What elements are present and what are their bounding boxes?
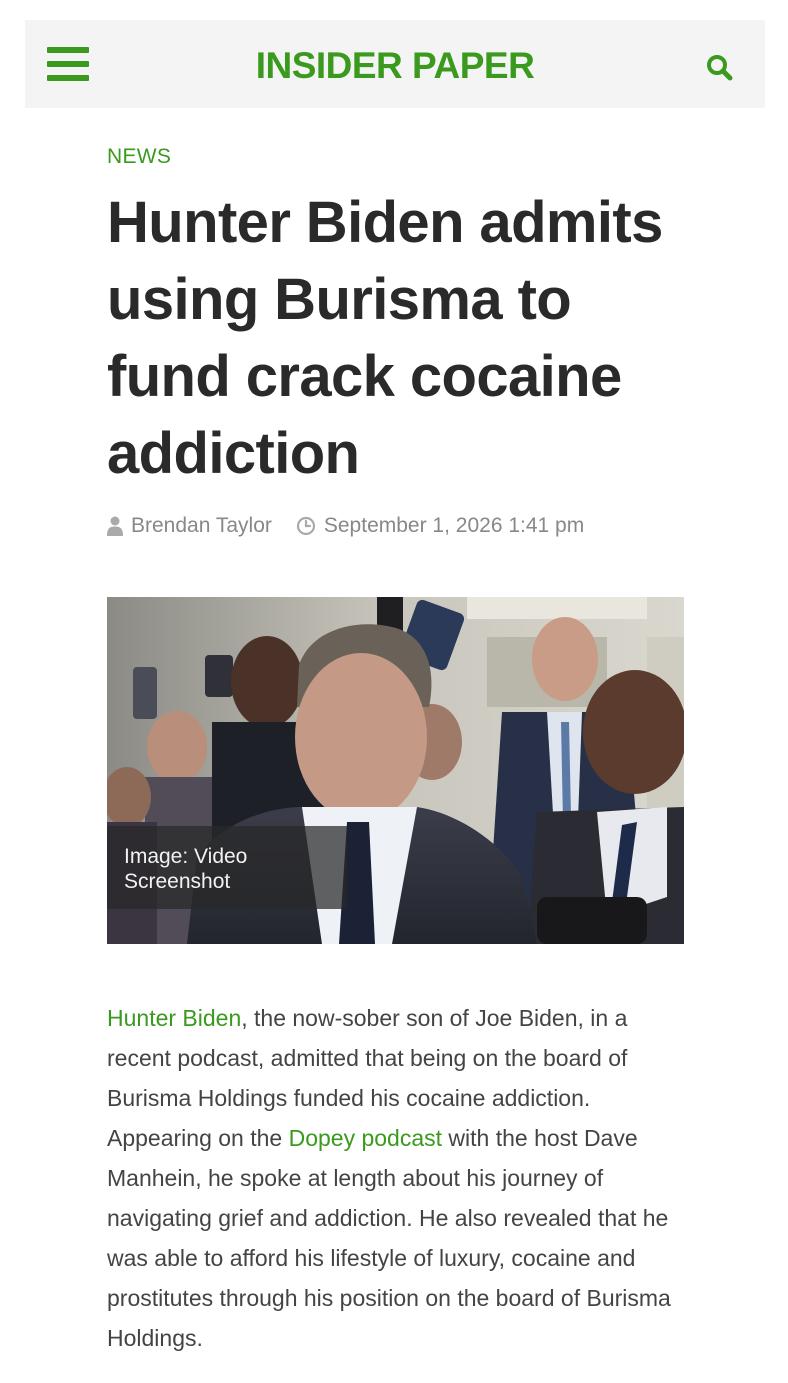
article-title: Hunter Biden admits using Burisma to fun… [107,190,663,486]
body-text-2: with the host Dave Manhein, he spoke at … [107,1125,671,1351]
hunter-biden-link[interactable]: Hunter Biden [107,1005,241,1031]
user-icon [107,516,123,536]
article-hero-image: Image: Video Screenshot [107,597,684,944]
author-name[interactable]: Brendan Taylor [131,514,272,538]
dopey-podcast-link[interactable]: Dopey podcast [289,1125,442,1151]
site-title[interactable]: INSIDER PAPER [25,44,765,88]
clock-icon [296,516,315,536]
article-body: Hunter Biden, the now-sober son of Joe B… [107,998,697,1358]
article-meta: Brendan Taylor September 1, 2026 1:41 pm [107,511,584,541]
image-caption: Image: Video Screenshot [107,826,347,909]
category-link[interactable]: NEWS [107,145,171,169]
search-icon[interactable] [705,53,735,83]
publish-date: September 1, 2026 1:41 pm [323,514,585,537]
site-header: INSIDER PAPER [25,20,765,108]
